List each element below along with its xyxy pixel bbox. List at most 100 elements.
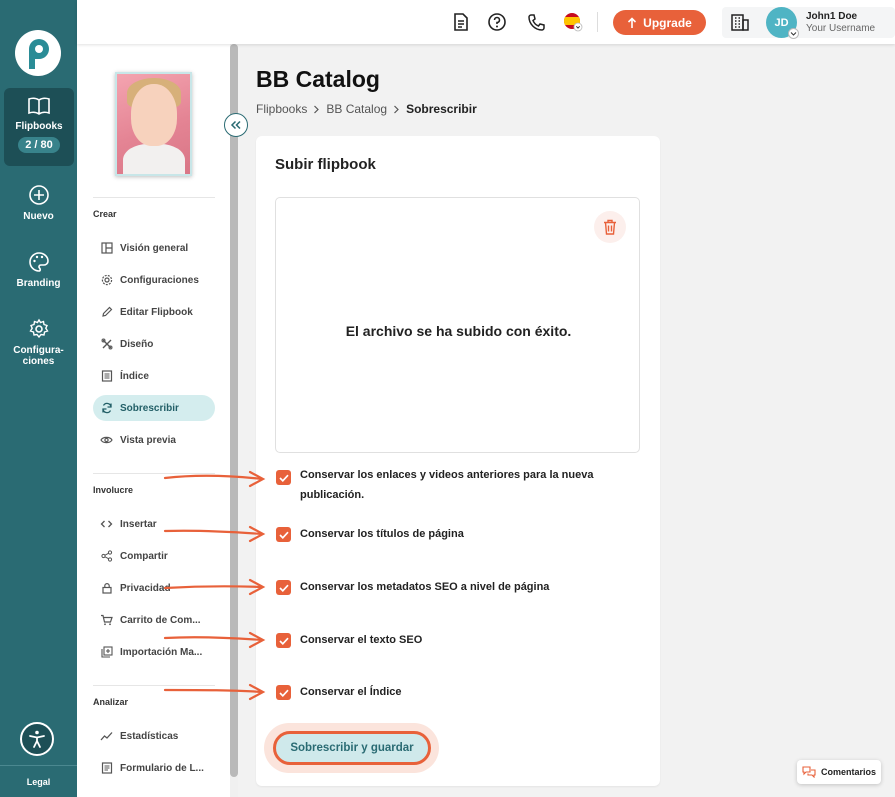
nav-compartir[interactable]: Compartir	[93, 543, 215, 569]
pencil-icon	[101, 306, 112, 317]
accessibility-button[interactable]	[20, 722, 54, 756]
nav-importacion[interactable]: Importación Ma...	[93, 639, 215, 665]
trash-icon	[604, 219, 616, 235]
keep-seo-metadata-checkbox[interactable]	[276, 580, 291, 595]
delete-file-button[interactable]	[594, 211, 626, 243]
nav-vista-previa[interactable]: Vista previa	[93, 427, 215, 453]
breadcrumb: Flipbooks BB Catalog Sobrescribir	[256, 102, 477, 116]
feedback-label: Comentarios	[820, 767, 876, 777]
nav-indice-label: Índice	[120, 370, 149, 382]
checkmark-icon	[278, 531, 289, 539]
nav-formulario[interactable]: Formulario de L...	[93, 755, 215, 781]
form-icon	[101, 762, 112, 774]
gear-icon	[101, 274, 112, 286]
keep-seo-text-checkbox[interactable]	[276, 633, 291, 648]
checkmark-icon	[278, 689, 289, 697]
flipbook-cover-thumbnail[interactable]	[115, 72, 192, 176]
nav-formulario-label: Formulario de L...	[120, 762, 204, 774]
trend-icon	[100, 732, 113, 741]
language-selector[interactable]	[563, 12, 583, 32]
user-name: John1 Doe	[806, 11, 858, 22]
checkmark-icon	[278, 584, 289, 592]
keep-links-label: Conservar los enlaces y videos anteriore…	[300, 465, 630, 505]
page-title: BB Catalog	[256, 66, 380, 92]
lock-icon	[101, 583, 112, 594]
main-content: BB Catalog Flipbooks BB Catalog Sobrescr…	[238, 44, 895, 797]
eye-icon	[100, 436, 113, 444]
topbar-separator	[597, 12, 598, 32]
keep-seo-metadata-label: Conservar los metadatos SEO a nivel de p…	[300, 581, 550, 593]
rail-configuraciones[interactable]: Configura- ciones	[0, 318, 77, 367]
nav-privacidad-label: Privacidad	[120, 582, 171, 594]
user-menu[interactable]: JD John1 Doe Your Username	[722, 7, 895, 39]
avatar-chevron-icon	[788, 28, 799, 39]
nav-vision-general[interactable]: Visión general	[93, 235, 215, 261]
upload-success-message: El archivo se ha subido con éxito.	[345, 323, 572, 339]
breadcrumb-flipbooks[interactable]: Flipbooks	[256, 102, 307, 116]
keep-links-label-line2: publicación.	[300, 489, 365, 501]
flipbooks-count-badge: 2 / 80	[18, 137, 60, 153]
nav-indice[interactable]: Índice	[93, 363, 215, 389]
upgrade-label: Upgrade	[643, 15, 692, 30]
nav-compartir-label: Compartir	[120, 550, 168, 562]
overwrite-save-button[interactable]: Sobrescribir y guardar	[273, 731, 431, 765]
collapse-sidebar-button[interactable]	[224, 113, 248, 137]
rail-config-label-2: ciones	[22, 356, 55, 367]
keep-index-checkbox[interactable]	[276, 685, 291, 700]
nav-estadisticas[interactable]: Estadísticas	[93, 723, 215, 749]
code-icon	[100, 520, 113, 528]
help-button[interactable]	[487, 12, 507, 32]
help-icon	[488, 13, 506, 31]
section-divider	[93, 685, 215, 686]
upgrade-button[interactable]: Upgrade	[613, 10, 706, 35]
rail-nuevo[interactable]: Nuevo	[0, 184, 77, 222]
legal-link[interactable]: Legal	[0, 777, 77, 787]
nav-insertar-label: Insertar	[120, 518, 157, 530]
sidebar-scrollbar-thumb[interactable]	[230, 44, 238, 777]
logo-icon	[29, 39, 49, 69]
nav-vision-label: Visión general	[120, 242, 189, 254]
layout-icon	[100, 242, 113, 254]
nav-configuraciones[interactable]: Configuraciones	[93, 267, 215, 293]
keep-links-checkbox[interactable]	[276, 470, 291, 485]
nav-insertar[interactable]: Insertar	[93, 511, 215, 537]
nav-privacidad[interactable]: Privacidad	[93, 575, 215, 601]
option-keep-seo-metadata: Conservar los metadatos SEO a nivel de p…	[276, 577, 630, 597]
organization-button[interactable]	[730, 12, 750, 37]
plus-circle-icon	[28, 185, 49, 205]
section-analizar-label: Analizar	[93, 697, 129, 707]
rail-divider	[0, 765, 77, 766]
nav-importacion-label: Importación Ma...	[120, 646, 203, 658]
app-logo[interactable]	[15, 30, 61, 76]
nav-editar-flipbook[interactable]: Editar Flipbook	[93, 299, 215, 325]
share-icon	[100, 550, 112, 562]
breadcrumb-catalog[interactable]: BB Catalog	[326, 102, 387, 116]
feedback-button[interactable]: Comentarios	[797, 760, 881, 784]
rail-flipbooks[interactable]: Flipbooks 2 / 80	[4, 88, 74, 166]
rail-flipbooks-label: Flipbooks	[15, 121, 63, 132]
cover-figure-face	[131, 84, 177, 146]
phone-button[interactable]	[526, 12, 546, 32]
nav-carrito[interactable]: Carrito de Com...	[93, 607, 215, 633]
nav-diseno[interactable]: Diseño	[93, 331, 215, 357]
rail-nuevo-label: Nuevo	[23, 211, 54, 222]
top-bar: Upgrade JD John1 Doe Your Username	[77, 0, 895, 44]
chevron-right-icon	[314, 105, 320, 113]
upload-dropzone[interactable]: El archivo se ha subido con éxito.	[275, 197, 640, 453]
rail-branding[interactable]: Branding	[0, 251, 77, 289]
section-divider	[93, 197, 215, 198]
keep-titles-checkbox[interactable]	[276, 527, 291, 542]
arrow-up-icon	[628, 16, 637, 28]
palette-icon	[28, 252, 49, 272]
upload-card: Subir flipbook El archivo se ha subido c…	[256, 136, 660, 786]
cart-icon	[101, 614, 113, 626]
document-button[interactable]	[451, 12, 471, 32]
book-open-icon	[28, 97, 50, 115]
phone-icon	[527, 13, 545, 31]
flipbook-sidebar: Crear Visión general Configuraciones Edi…	[77, 44, 248, 797]
nav-sobrescribir[interactable]: Sobrescribir	[93, 395, 215, 421]
option-keep-index: Conservar el Índice	[276, 682, 630, 702]
breadcrumb-current: Sobrescribir	[406, 102, 477, 116]
keep-index-label: Conservar el Índice	[300, 686, 402, 698]
checkmark-icon	[278, 474, 289, 482]
